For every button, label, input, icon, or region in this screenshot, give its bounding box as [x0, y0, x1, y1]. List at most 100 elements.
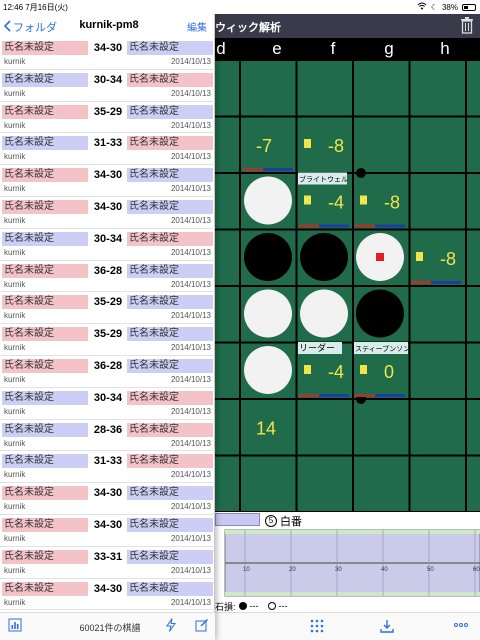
game-list-panel: フォルダ kurnik-pm8 編集 氏名未設定 34-30 氏名未設定 kurnik… — [0, 0, 215, 640]
game-date: 2014/10/13 — [170, 215, 211, 225]
book-icon — [416, 252, 423, 261]
recorder-name: kurnik — [4, 279, 26, 289]
game-list-item[interactable]: 氏名未設定 34-30 氏名未設定 kurnik 2014/10/13 — [0, 197, 215, 229]
right-player-name: 氏名未設定 — [127, 549, 213, 564]
download-icon[interactable] — [380, 619, 394, 636]
column-label: e — [272, 39, 282, 58]
right-player-name: 氏名未設定 — [127, 41, 213, 55]
game-row-meta: kurnik 2014/10/13 — [0, 342, 215, 353]
game-list-item[interactable]: 氏名未設定 30-34 氏名未設定 kurnik 2014/10/13 — [0, 70, 215, 102]
eval-value: -4 — [328, 362, 344, 382]
game-row-header: 氏名未設定 30-34 氏名未設定 — [0, 231, 215, 246]
game-list: 氏名未設定 34-30 氏名未設定 kurnik 2014/10/13 氏名未設定 30-3… — [0, 38, 215, 612]
move-number: 5 — [265, 515, 277, 527]
evaluation-graph[interactable]: 10 20 30 40 50 60 — [215, 528, 480, 600]
lightning-icon[interactable] — [165, 618, 177, 635]
eval-strip — [375, 224, 405, 228]
game-row-header: 氏名未設定 34-30 氏名未設定 — [0, 486, 215, 501]
recorder-name: kurnik — [4, 502, 26, 512]
game-list-item[interactable]: 氏名未設定 31-33 氏名未設定 kurnik 2014/10/13 — [0, 133, 215, 166]
game-list-item[interactable]: 氏名未設定 35-29 氏名未設定 kurnik 2014/10/13 — [0, 292, 215, 325]
recorder-name: kurnik — [4, 247, 26, 257]
graph-tick-label: 10 — [243, 567, 250, 573]
game-list-item[interactable]: 氏名未設定 35-29 氏名未設定 kurnik 2014/10/13 — [0, 324, 215, 356]
bar-chart-icon[interactable] — [8, 618, 22, 635]
othello-board[interactable]: -7 -8 -4 -8 -8 -4 0 14 ブライトウェル リーダー スティーブンソン — [215, 60, 480, 512]
game-list-item[interactable]: 氏名未設定 28-36 氏名未設定 kurnik 2014/10/13 — [0, 420, 215, 452]
game-list-item[interactable]: 氏名未設定 36-28 氏名未設定 kurnik 2014/10/13 — [0, 261, 215, 293]
game-list-item[interactable]: 氏名未設定 33-31 氏名未設定 kurnik 2014/10/13 — [0, 547, 215, 579]
recorder-name: kurnik — [4, 374, 26, 384]
recorder-name: kurnik — [4, 215, 26, 225]
game-list-item[interactable]: 氏名未設定 34-30 氏名未設定 kurnik 2014/10/13 — [0, 579, 215, 611]
eval-strip — [355, 394, 375, 397]
game-row-header: 氏名未設定 35-29 氏名未設定 — [0, 327, 215, 342]
chevron-left-icon — [3, 19, 11, 35]
game-score: 30-34 — [93, 73, 123, 86]
graph-band — [225, 592, 480, 596]
game-row-header: 氏名未設定 34-30 氏名未設定 — [0, 41, 215, 55]
eval-strip — [355, 224, 375, 228]
game-row-meta: kurnik 2014/10/13 — [0, 120, 215, 131]
game-row-meta: kurnik 2014/10/13 — [0, 374, 215, 385]
battery-icon — [462, 3, 476, 11]
eval-strip — [431, 281, 461, 284]
column-label: g — [384, 39, 394, 58]
game-list-item[interactable]: 氏名未設定 34-30 氏名未設定 kurnik 2014/10/13 — [0, 165, 215, 197]
recorder-name: kurnik — [4, 184, 26, 194]
left-player-name: 氏名未設定 — [2, 72, 88, 87]
more-icon[interactable] — [453, 617, 469, 634]
recorder-name: kurnik — [4, 533, 26, 543]
board-star-point — [356, 168, 366, 178]
game-score: 31-33 — [93, 137, 123, 150]
edit-button[interactable]: 編集 — [187, 19, 207, 34]
game-score: 34-30 — [93, 487, 123, 500]
game-list-item[interactable]: 氏名未設定 30-34 氏名未設定 kurnik 2014/10/13 — [0, 388, 215, 420]
game-score: 34-30 — [93, 518, 123, 531]
book-icon — [304, 195, 311, 205]
game-list-item[interactable]: 氏名未設定 34-30 氏名未設定 kurnik 2014/10/13 — [0, 483, 215, 515]
game-date: 2014/10/13 — [170, 438, 211, 448]
back-button[interactable]: フォルダ — [3, 19, 57, 35]
game-row-header: 氏名未設定 31-33 氏名未設定 — [0, 454, 215, 469]
game-date: 2014/10/13 — [170, 57, 211, 66]
trash-icon[interactable] — [460, 17, 474, 34]
board-column-header: d e f g h — [215, 38, 480, 60]
column-label: h — [440, 39, 450, 58]
right-player-name: 氏名未設定 — [127, 581, 213, 596]
game-date: 2014/10/13 — [170, 533, 211, 543]
game-row-meta: kurnik 2014/10/13 — [0, 279, 215, 290]
game-list-item[interactable]: 氏名未設定 31-33 氏名未設定 kurnik 2014/10/13 — [0, 451, 215, 484]
black-disc-icon — [238, 602, 247, 610]
right-player-name: 氏名未設定 — [127, 136, 213, 151]
game-score: 34-30 — [93, 42, 123, 54]
game-date: 2014/10/13 — [170, 502, 211, 512]
game-row-header: 氏名未設定 34-30 氏名未設定 — [0, 581, 215, 596]
right-player-name: 氏名未設定 — [127, 263, 213, 278]
left-player-name: 氏名未設定 — [2, 41, 88, 55]
game-row-meta: kurnik 2014/10/13 — [0, 88, 215, 99]
graph-band — [225, 530, 480, 534]
white-disc — [244, 289, 292, 338]
eval-strip — [243, 168, 263, 171]
left-player-name: 氏名未設定 — [2, 517, 88, 532]
black-disc — [356, 289, 404, 338]
grid-icon[interactable] — [310, 619, 324, 636]
game-row-meta: kurnik 2014/10/13 — [0, 501, 215, 512]
game-list-item[interactable]: 氏名未設定 36-28 氏名未設定 kurnik 2014/10/13 — [0, 356, 215, 388]
game-list-item[interactable]: 氏名未設定 34-30 氏名未設定 kurnik 2014/10/13 — [0, 38, 215, 70]
game-list-item[interactable]: 氏名未設定 35-29 氏名未設定 kurnik 2014/10/13 — [0, 102, 215, 134]
game-score: 30-34 — [93, 232, 123, 245]
right-player-name: 氏名未設定 — [127, 454, 213, 469]
recorder-name: kurnik — [4, 152, 26, 162]
compose-icon[interactable] — [195, 618, 209, 635]
game-date: 2014/10/13 — [170, 247, 211, 257]
game-list-item[interactable]: 氏名未設定 34-30 氏名未設定 kurnik 2014/10/13 — [0, 515, 215, 547]
record-count: 60021件の棋譜 — [79, 623, 141, 633]
game-date: 2014/10/13 — [170, 597, 211, 607]
game-list-item[interactable]: 氏名未設定 30-34 氏名未設定 kurnik 2014/10/13 — [0, 229, 215, 261]
game-row-header: 氏名未設定 34-30 氏名未設定 — [0, 517, 215, 532]
board-title: ウィック解析 — [215, 22, 281, 34]
recorder-name: kurnik — [4, 406, 26, 416]
book-icon — [360, 365, 367, 374]
